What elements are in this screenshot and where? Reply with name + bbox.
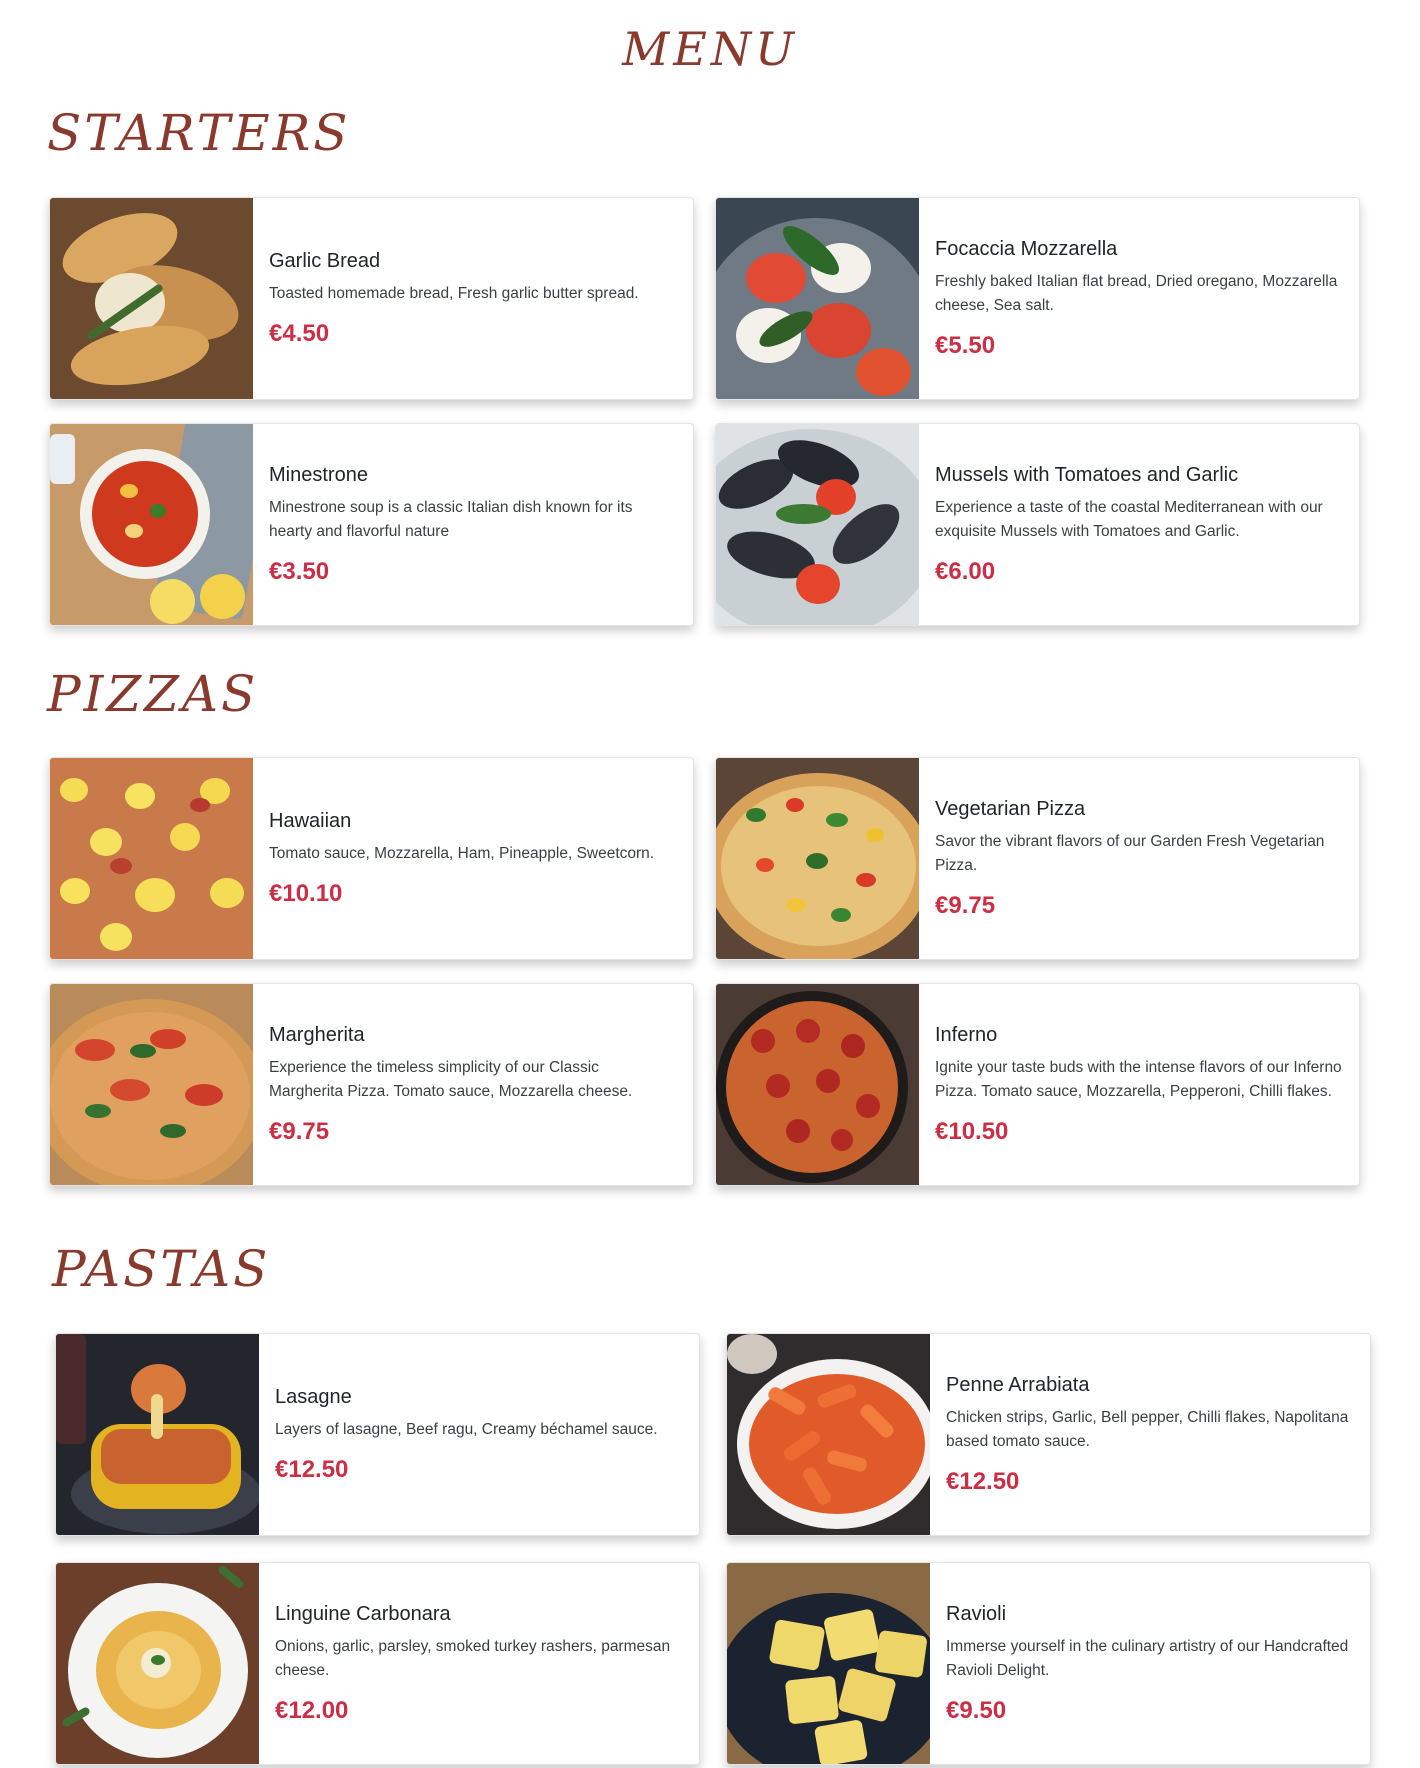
- item-name: Vegetarian Pizza: [935, 797, 1086, 820]
- item-price: €9.75: [935, 891, 996, 919]
- margherita-image: [50, 984, 253, 1185]
- vegetarian-pizza-image: [716, 758, 919, 959]
- item-price: €5.50: [935, 331, 996, 359]
- inferno-image: [716, 984, 919, 1185]
- item-price: €6.00: [935, 557, 996, 585]
- item-name: Garlic Bread: [269, 249, 381, 272]
- mussels-image: [716, 424, 919, 625]
- menu-card-penne-arrabiata[interactable]: Penne Arrabiata Chicken strips, Garlic, …: [726, 1333, 1371, 1536]
- item-description: Experience a taste of the coastal Medite…: [935, 498, 1323, 540]
- item-description: Layers of lasagne, Beef ragu, Creamy béc…: [275, 1420, 658, 1438]
- item-description: Chicken strips, Garlic, Bell pepper, Chi…: [946, 1408, 1349, 1450]
- section-title-starters: STARTERS: [47, 104, 351, 162]
- item-name: Mussels with Tomatoes and Garlic: [935, 463, 1239, 486]
- ravioli-image: [727, 1563, 930, 1764]
- menu-card-linguine-carbonara[interactable]: Linguine Carbonara Onions, garlic, parsl…: [55, 1562, 700, 1765]
- menu-card-margherita[interactable]: Margherita Experience the timeless simpl…: [49, 983, 694, 1186]
- section-title-pastas: PASTAS: [52, 1240, 271, 1298]
- item-name: Margherita: [269, 1023, 365, 1046]
- menu-card-hawaiian[interactable]: Hawaiian Tomato sauce, Mozzarella, Ham, …: [49, 757, 694, 960]
- hawaiian-image: [50, 758, 253, 959]
- item-description: Minestrone soup is a classic Italian dis…: [269, 498, 633, 540]
- linguine-carbonara-image: [56, 1563, 259, 1764]
- menu-card-garlic-bread[interactable]: Garlic Bread Toasted homemade bread, Fre…: [49, 197, 694, 400]
- page-title: MENU: [622, 22, 798, 76]
- item-price: €10.10: [269, 879, 343, 907]
- item-name: Minestrone: [269, 463, 368, 486]
- item-description: Tomato sauce, Mozzarella, Ham, Pineapple…: [269, 844, 655, 862]
- item-description: Savor the vibrant flavors of our Garden …: [935, 832, 1325, 874]
- item-description: Experience the timeless simplicity of ou…: [269, 1058, 633, 1100]
- item-description: Onions, garlic, parsley, smoked turkey r…: [275, 1637, 671, 1679]
- item-price: €12.50: [275, 1455, 349, 1483]
- item-price: €3.50: [269, 557, 330, 585]
- item-price: €10.50: [935, 1117, 1009, 1145]
- menu-card-focaccia-mozzarella[interactable]: Focaccia Mozzarella Freshly baked Italia…: [715, 197, 1360, 400]
- menu-card-inferno[interactable]: Inferno Ignite your taste buds with the …: [715, 983, 1360, 1186]
- menu-card-mussels[interactable]: Mussels with Tomatoes and Garlic Experie…: [715, 423, 1360, 626]
- item-description: Freshly baked Italian flat bread, Dried …: [935, 272, 1338, 314]
- penne-arrabiata-image: [727, 1334, 930, 1535]
- item-price: €9.75: [269, 1117, 330, 1145]
- item-name: Linguine Carbonara: [275, 1602, 451, 1625]
- garlic-bread-image: [50, 198, 253, 399]
- minestrone-image: [50, 424, 253, 625]
- lasagne-image: [56, 1334, 259, 1535]
- item-price: €12.00: [275, 1696, 349, 1724]
- item-name: Focaccia Mozzarella: [935, 237, 1118, 260]
- menu-card-ravioli[interactable]: Ravioli Immerse yourself in the culinary…: [726, 1562, 1371, 1765]
- item-price: €9.50: [946, 1696, 1007, 1724]
- item-name: Penne Arrabiata: [946, 1373, 1090, 1396]
- item-price: €4.50: [269, 319, 330, 347]
- item-description: Toasted homemade bread, Fresh garlic but…: [269, 284, 639, 302]
- item-price: €12.50: [946, 1467, 1020, 1495]
- menu-card-minestrone[interactable]: Minestrone Minestrone soup is a classic …: [49, 423, 694, 626]
- menu-card-vegetarian-pizza[interactable]: Vegetarian Pizza Savor the vibrant flavo…: [715, 757, 1360, 960]
- menu-card-lasagne[interactable]: Lasagne Layers of lasagne, Beef ragu, Cr…: [55, 1333, 700, 1536]
- item-name: Lasagne: [275, 1385, 352, 1408]
- section-title-pizzas: PIZZAS: [47, 665, 259, 723]
- item-description: Immerse yourself in the culinary artistr…: [946, 1637, 1349, 1679]
- item-name: Hawaiian: [269, 809, 352, 832]
- item-description: Ignite your taste buds with the intense …: [935, 1058, 1342, 1100]
- item-name: Inferno: [935, 1023, 998, 1046]
- item-name: Ravioli: [946, 1602, 1007, 1625]
- focaccia-mozzarella-image: [716, 198, 919, 399]
